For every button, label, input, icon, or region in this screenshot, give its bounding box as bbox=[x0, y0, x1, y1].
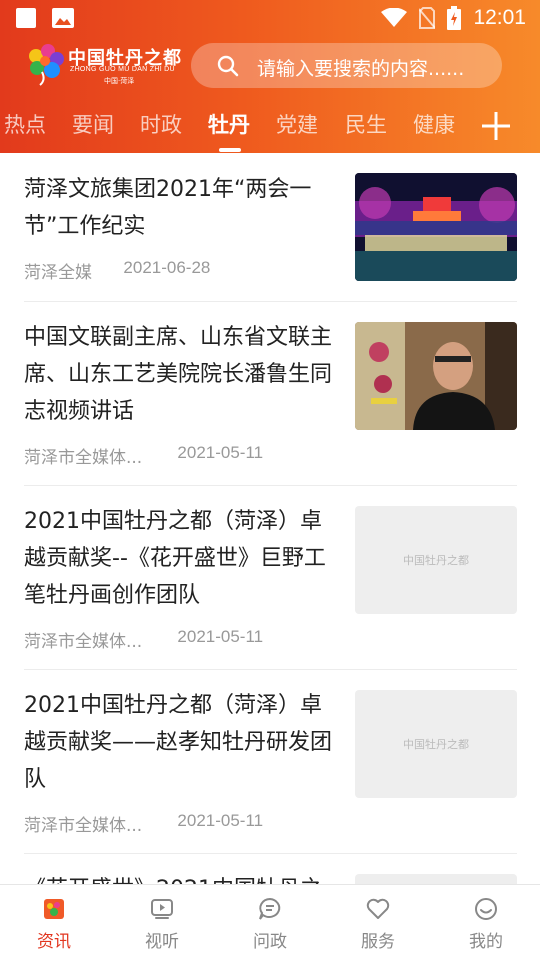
app-header: 12:01 中国牡丹之都 ZHONG GUO MU DAN ZHI DU 中国·… bbox=[0, 0, 540, 153]
news-thumbnail-placeholder: 中国牡丹之都 bbox=[355, 506, 517, 614]
divider bbox=[24, 669, 517, 670]
news-item[interactable]: 2021中国牡丹之都（菏泽）卓越贡献奖——赵孝知牡丹研发团队 菏泽市全媒体...… bbox=[24, 687, 517, 837]
bottom-navigation: 资讯 视听 问政 服务 我的 bbox=[0, 884, 540, 960]
news-meta: 菏泽市全媒体... 2021-05-11 bbox=[24, 443, 263, 468]
news-item[interactable]: 中国文联副主席、山东省文联主席、山东工艺美院院长潘鲁生同志视频讲话 菏泽市全媒体… bbox=[24, 319, 517, 469]
tab-livelihood[interactable]: 民生 bbox=[345, 109, 387, 139]
search-icon bbox=[217, 55, 239, 77]
tab-politics[interactable]: 时政 bbox=[140, 109, 182, 139]
notification-icon bbox=[16, 8, 36, 28]
tab-party[interactable]: 党建 bbox=[276, 109, 318, 139]
news-meta: 菏泽全媒 2021-06-28 bbox=[24, 258, 210, 283]
news-source: 菏泽市全媒体... bbox=[24, 816, 143, 836]
add-tab-icon[interactable] bbox=[480, 110, 512, 142]
news-source: 菏泽全媒 bbox=[24, 263, 92, 283]
divider bbox=[24, 485, 517, 486]
news-source: 菏泽市全媒体... bbox=[24, 632, 143, 652]
video-icon bbox=[151, 899, 173, 919]
tab-headlines[interactable]: 要闻 bbox=[72, 109, 114, 139]
nav-news[interactable]: 资讯 bbox=[0, 885, 108, 960]
news-thumbnail-performance bbox=[355, 173, 517, 281]
status-time: 12:01 bbox=[473, 6, 526, 29]
news-thumbnail-speaker bbox=[355, 322, 517, 430]
nav-video[interactable]: 视听 bbox=[108, 885, 216, 960]
nav-inquiry-label: 问政 bbox=[253, 932, 287, 952]
news-item[interactable]: 2021中国牡丹之都（菏泽）卓越贡献奖--《花开盛世》巨野工笔牡丹画创作团队 菏… bbox=[24, 503, 517, 653]
tab-health[interactable]: 健康 bbox=[413, 109, 455, 139]
search-input[interactable]: 请输入要搜索的内容...... bbox=[191, 43, 502, 88]
nav-inquiry[interactable]: 问政 bbox=[216, 885, 324, 960]
nav-video-label: 视听 bbox=[145, 932, 179, 952]
nav-service-label: 服务 bbox=[361, 932, 395, 952]
news-thumbnail-placeholder: 中国牡丹之都 bbox=[355, 690, 517, 798]
no-sim-icon bbox=[419, 7, 436, 29]
search-placeholder: 请输入要搜索的内容...... bbox=[257, 58, 465, 80]
news-date: 2021-05-11 bbox=[177, 443, 264, 462]
thumbnail-placeholder-text: 中国牡丹之都 bbox=[403, 738, 469, 751]
heart-icon bbox=[366, 898, 390, 919]
news-title: 中国文联副主席、山东省文联主席、山东工艺美院院长潘鲁生同志视频讲话 bbox=[24, 325, 333, 424]
profile-icon bbox=[475, 898, 497, 920]
news-item[interactable]: 菏泽文旅集团2021年“两会一节”工作纪实 菏泽全媒 2021-06-28 bbox=[24, 171, 517, 283]
news-title: 菏泽文旅集团2021年“两会一节”工作纪实 bbox=[24, 177, 312, 239]
news-source: 菏泽市全媒体... bbox=[24, 448, 143, 468]
news-icon bbox=[44, 899, 64, 919]
nav-service[interactable]: 服务 bbox=[324, 885, 432, 960]
app-logo: 中国牡丹之都 ZHONG GUO MU DAN ZHI DU 中国·菏泽 bbox=[24, 42, 181, 88]
thumbnail-placeholder-text: 中国牡丹之都 bbox=[403, 554, 469, 567]
news-date: 2021-06-28 bbox=[123, 258, 211, 277]
divider bbox=[24, 301, 517, 302]
status-bar: 12:01 bbox=[0, 0, 540, 36]
news-date: 2021-05-11 bbox=[177, 627, 264, 646]
news-meta: 菏泽市全媒体... 2021-05-11 bbox=[24, 811, 263, 836]
wifi-icon bbox=[381, 8, 408, 27]
chat-icon bbox=[259, 897, 281, 920]
category-tabs: 热点 要闻 时政 牡丹 党建 民生 健康 bbox=[0, 104, 540, 153]
nav-profile[interactable]: 我的 bbox=[432, 885, 540, 960]
tab-hot[interactable]: 热点 bbox=[4, 109, 46, 139]
battery-icon bbox=[447, 6, 462, 30]
nav-profile-label: 我的 bbox=[469, 932, 503, 952]
divider bbox=[24, 853, 517, 854]
news-title: 2021中国牡丹之都（菏泽）卓越贡献奖--《花开盛世》巨野工笔牡丹画创作团队 bbox=[24, 509, 326, 608]
logo-subtitle: 中国·菏泽 bbox=[104, 77, 135, 85]
peony-logo-icon bbox=[29, 44, 64, 86]
news-date: 2021-05-11 bbox=[177, 811, 264, 830]
gallery-icon bbox=[52, 8, 74, 28]
logo-pinyin: ZHONG GUO MU DAN ZHI DU bbox=[70, 66, 175, 73]
news-meta: 菏泽市全媒体... 2021-05-11 bbox=[24, 627, 263, 652]
active-tab-indicator bbox=[219, 148, 241, 152]
tab-peony[interactable]: 牡丹 bbox=[208, 109, 250, 139]
nav-news-label: 资讯 bbox=[37, 932, 71, 952]
news-title: 2021中国牡丹之都（菏泽）卓越贡献奖——赵孝知牡丹研发团队 bbox=[24, 693, 333, 792]
